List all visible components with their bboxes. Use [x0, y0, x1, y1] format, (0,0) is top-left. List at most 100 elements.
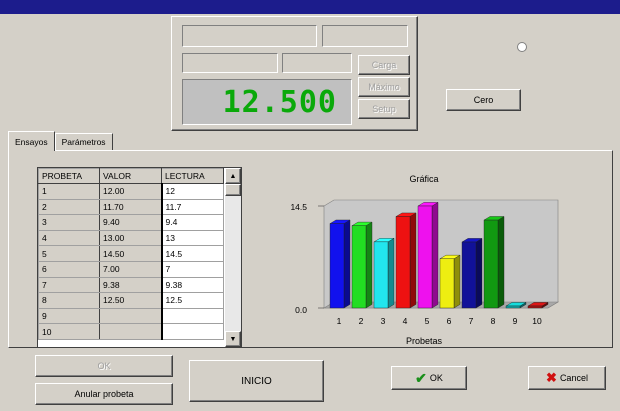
lectura-cell[interactable]: 7 [161, 260, 224, 278]
lectura-cell[interactable]: 9.38 [161, 276, 224, 294]
valor-cell: 11.70 [99, 198, 163, 216]
x-tick-label: 9 [513, 316, 518, 326]
chart-bar-side [497, 216, 505, 309]
chart-bar [461, 238, 483, 309]
lectura-cell[interactable]: 13 [161, 229, 224, 247]
cancel-label: Cancel [559, 373, 588, 383]
probeta-cell: 1 [38, 183, 100, 200]
checkmark-icon: ✔ [415, 369, 427, 386]
valor-cell: 14.50 [99, 245, 163, 262]
chart-bar-front [483, 219, 499, 309]
results-grid[interactable]: PROBETA VALOR LECTURA 1 12.00 12 2 11.70 11.… [37, 167, 242, 348]
table-row[interactable]: 7 9.38 9.38 [38, 276, 224, 294]
lectura-cell[interactable]: 11.7 [161, 198, 224, 216]
ok-disabled-button[interactable]: OK [35, 355, 173, 377]
results-table: PROBETA VALOR LECTURA 1 12.00 12 2 11.70 11.… [38, 168, 224, 340]
carga-button[interactable]: Carga [358, 55, 410, 75]
probeta-cell: 4 [38, 229, 100, 247]
display-field-1 [182, 25, 317, 47]
probeta-cell: 7 [38, 276, 100, 294]
vertical-scrollbar[interactable]: ▲ ▼ [225, 168, 241, 347]
chart-bar [395, 212, 417, 309]
table-row[interactable]: 10 [38, 323, 224, 340]
chart-bar-front [395, 216, 411, 309]
table-row[interactable]: 6 7.00 7 [38, 260, 224, 278]
chart-x-ticks: 1 2 3 4 5 6 7 8 9 10 [337, 316, 542, 326]
maximo-button[interactable]: Máximo [358, 77, 410, 97]
chart-bar-front [351, 225, 367, 309]
table-row[interactable]: 1 12.00 12 [38, 183, 224, 200]
scroll-up-icon[interactable]: ▲ [225, 168, 241, 184]
display-field-4 [282, 53, 352, 73]
chart-bar [373, 237, 395, 309]
tab-strip: Ensayos Parámetros [8, 131, 113, 151]
chart-bar-front [527, 305, 543, 309]
chart-bar-side [387, 237, 395, 309]
valor-cell: 9.38 [99, 276, 163, 294]
x-tick-label: 10 [532, 316, 542, 326]
valor-cell: 9.40 [99, 214, 163, 231]
bar-chart: Gráfica Probetas 14.5 0.0 1 2 3 4 5 6 7 8 9 10 [262, 158, 602, 348]
chart-bar [417, 202, 439, 309]
chart-bar-front [505, 305, 521, 309]
anular-probeta-button[interactable]: Anular probeta [35, 383, 173, 405]
table-row[interactable]: 2 11.70 11.7 [38, 198, 224, 216]
table-row[interactable]: 8 12.50 12.5 [38, 292, 224, 309]
table-row[interactable]: 3 9.40 9.4 [38, 214, 224, 231]
lectura-cell[interactable]: 12.5 [161, 292, 224, 309]
chart-bar-front [461, 241, 477, 309]
chart-bar-front [439, 258, 455, 309]
chart-bar-side [343, 219, 351, 309]
table-header-row: PROBETA VALOR LECTURA [38, 168, 224, 184]
x-tick-label: 2 [359, 316, 364, 326]
cero-button[interactable]: Cero [446, 89, 521, 111]
lectura-cell[interactable]: 12 [161, 183, 224, 200]
radio-button[interactable] [517, 42, 527, 52]
cancel-button[interactable]: ✖ Cancel [528, 366, 606, 390]
inicio-button[interactable]: INICIO [189, 360, 324, 402]
chart-bar [483, 216, 505, 309]
column-header: VALOR [99, 168, 162, 184]
x-axis-label: Probetas [406, 336, 443, 346]
lectura-cell[interactable] [161, 307, 224, 325]
probeta-cell: 2 [38, 198, 100, 216]
x-tick-label: 5 [425, 316, 430, 326]
chart-bar-side [365, 221, 373, 309]
y-tick-label: 14.5 [290, 202, 307, 212]
chart-bar [329, 219, 351, 309]
valor-cell: 12.50 [99, 292, 163, 309]
chart-bar [439, 254, 461, 309]
display-field-3 [182, 53, 278, 73]
setup-button[interactable]: Setup [358, 99, 410, 119]
valor-cell [99, 323, 163, 340]
scroll-thumb[interactable] [225, 184, 241, 196]
chart-svg: Gráfica Probetas 14.5 0.0 1 2 3 4 5 6 7 8 9 10 [290, 174, 560, 346]
x-tick-label: 8 [491, 316, 496, 326]
x-tick-label: 4 [403, 316, 408, 326]
lectura-cell[interactable]: 14.5 [161, 245, 224, 262]
title-bar [0, 0, 620, 14]
probeta-cell: 3 [38, 214, 100, 231]
lectura-cell[interactable]: 9.4 [161, 214, 224, 231]
ok-button[interactable]: ✔ OK [391, 366, 467, 390]
chart-bar-side [431, 202, 439, 309]
chart-bar-side [475, 238, 483, 309]
valor-cell: 12.00 [99, 183, 163, 200]
lectura-cell[interactable] [161, 323, 224, 340]
tab-parametros[interactable]: Parámetros [54, 133, 113, 151]
chart-title: Gráfica [409, 174, 438, 184]
x-tick-label: 3 [381, 316, 386, 326]
cancel-x-icon: ✖ [546, 370, 557, 385]
probeta-cell: 10 [38, 323, 100, 340]
tab-ensayos[interactable]: Ensayos [8, 131, 55, 151]
scroll-down-icon[interactable]: ▼ [225, 331, 241, 347]
table-row[interactable]: 4 13.00 13 [38, 229, 224, 247]
probeta-cell: 8 [38, 292, 100, 309]
table-row[interactable]: 9 [38, 307, 224, 325]
chart-bar-front [329, 223, 345, 309]
chart-bar [351, 221, 373, 309]
y-tick-label: 0.0 [295, 305, 307, 315]
table-row[interactable]: 5 14.50 14.5 [38, 245, 224, 262]
valor-cell: 7.00 [99, 260, 163, 278]
valor-cell: 13.00 [99, 229, 163, 247]
